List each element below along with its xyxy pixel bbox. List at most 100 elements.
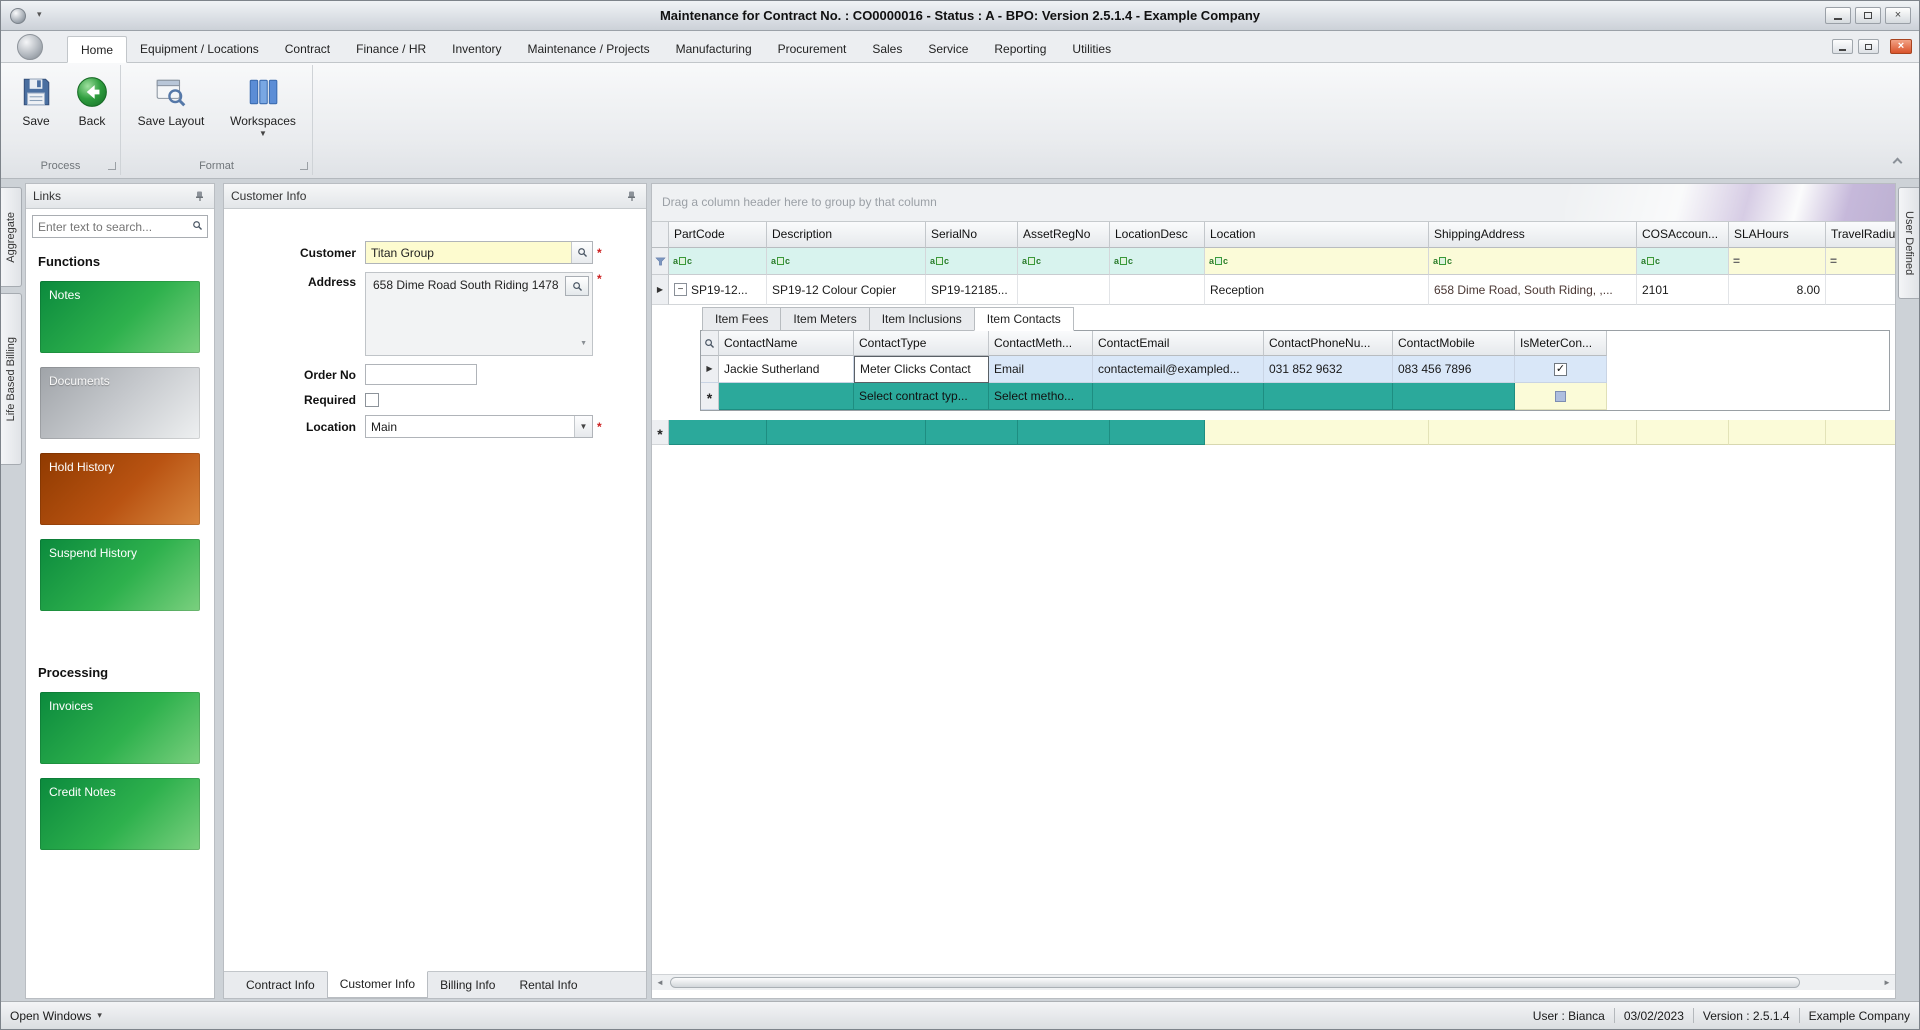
ribbon-tab-manufacturing[interactable]: Manufacturing <box>663 36 765 63</box>
new-cell-contacttype[interactable]: Select contract typ... <box>854 383 989 410</box>
child-restore-button[interactable] <box>1858 39 1879 54</box>
address-search-button[interactable] <box>565 276 589 296</box>
column-header-shippingaddress[interactable]: ShippingAddress <box>1429 222 1637 248</box>
filter-cell-travelradius[interactable]: = <box>1826 248 1895 275</box>
ribbon-tab-sales[interactable]: Sales <box>859 36 915 63</box>
new-cell-ismetercontact[interactable] <box>1515 383 1607 410</box>
filter-cell-description[interactable]: ac <box>767 248 926 275</box>
filter-cell-shippingaddress[interactable]: ac <box>1429 248 1637 275</box>
format-dialog-launcher[interactable] <box>300 162 308 170</box>
ribbon-tab-procurement[interactable]: Procurement <box>765 36 860 63</box>
new-cell-shippingaddress[interactable] <box>1429 420 1637 445</box>
cell-serialno[interactable]: SP19-12185... <box>926 275 1018 305</box>
cell-contactname[interactable]: Jackie Sutherland <box>719 356 854 383</box>
required-checkbox[interactable] <box>365 393 379 407</box>
back-button[interactable]: Back <box>63 71 121 155</box>
new-cell-cosaccount[interactable] <box>1637 420 1729 445</box>
tab-billing-info[interactable]: Billing Info <box>428 972 507 998</box>
filter-cell-serialno[interactable]: ac <box>926 248 1018 275</box>
links-search-input[interactable] <box>33 219 192 234</box>
ribbon-tab-finance-hr[interactable]: Finance / HR <box>343 36 439 63</box>
new-cell-contactmethod[interactable]: Select metho... <box>989 383 1093 410</box>
column-header-contactphone[interactable]: ContactPhoneNu... <box>1264 331 1393 356</box>
column-header-contacttype[interactable]: ContactType <box>854 331 989 356</box>
suspend-history-button[interactable]: Suspend History <box>40 539 200 611</box>
new-cell-contactemail[interactable] <box>1093 383 1264 410</box>
cell-location[interactable]: Reception <box>1205 275 1429 305</box>
location-dropdown[interactable]: Main ▼ <box>365 415 593 438</box>
save-button[interactable]: Save <box>7 71 65 155</box>
filter-cell-partcode[interactable]: ac <box>669 248 767 275</box>
address-field[interactable]: 658 Dime Road South Riding 1478 ▼ <box>365 272 593 356</box>
open-windows-button[interactable]: Open Windows ▾ <box>10 1009 102 1023</box>
ribbon-tab-service[interactable]: Service <box>915 36 981 63</box>
tab-item-meters[interactable]: Item Meters <box>780 307 869 331</box>
scroll-down-icon[interactable]: ▼ <box>580 335 587 352</box>
customer-input[interactable] <box>366 245 571 260</box>
cell-contactmethod[interactable]: Email <box>989 356 1093 383</box>
column-header-travelradius[interactable]: TravelRadiu... <box>1826 222 1895 248</box>
collapse-detail-icon[interactable]: − <box>674 283 687 296</box>
cell-contactphone[interactable]: 031 852 9632 <box>1264 356 1393 383</box>
scroll-left-button[interactable]: ◄ <box>652 975 668 990</box>
new-cell-partcode[interactable] <box>669 420 767 445</box>
column-header-partcode[interactable]: PartCode <box>669 222 767 248</box>
column-header-contactname[interactable]: ContactName <box>719 331 854 356</box>
pin-button[interactable] <box>193 189 207 203</box>
side-tab-aggregate[interactable]: Aggregate <box>1 187 22 287</box>
filter-cell-slahours[interactable]: = <box>1729 248 1826 275</box>
cell-cosaccount[interactable]: 2101 <box>1637 275 1729 305</box>
ribbon-tab-inventory[interactable]: Inventory <box>439 36 514 63</box>
ribbon-tab-home[interactable]: Home <box>67 36 128 63</box>
new-cell-contactname[interactable] <box>719 383 854 410</box>
column-header-cosaccount[interactable]: COSAccoun... <box>1637 222 1729 248</box>
ribbon-tab-utilities[interactable]: Utilities <box>1059 36 1124 63</box>
tab-rental-info[interactable]: Rental Info <box>507 972 589 998</box>
notes-button[interactable]: Notes <box>40 281 200 353</box>
restore-button[interactable] <box>1855 7 1881 24</box>
cell-assetregno[interactable] <box>1018 275 1110 305</box>
cell-slahours[interactable]: 8.00 <box>1729 275 1826 305</box>
ribbon-tab-equipment-locations[interactable]: Equipment / Locations <box>127 36 272 63</box>
process-dialog-launcher[interactable] <box>108 162 116 170</box>
ribbon-tab-maintenance-projects[interactable]: Maintenance / Projects <box>515 36 663 63</box>
new-cell-contactmobile[interactable] <box>1393 383 1515 410</box>
column-header-locationdesc[interactable]: LocationDesc <box>1110 222 1205 248</box>
column-header-contactmobile[interactable]: ContactMobile <box>1393 331 1515 356</box>
new-cell-location[interactable] <box>1205 420 1429 445</box>
search-icon[interactable] <box>192 220 203 234</box>
new-cell-assetregno[interactable] <box>1018 420 1110 445</box>
minimize-button[interactable] <box>1825 7 1851 24</box>
save-layout-button[interactable]: Save Layout <box>129 71 213 155</box>
side-tab-life-based-billing[interactable]: Life Based Billing <box>1 293 22 465</box>
cell-contactemail[interactable]: contactemail@exampled... <box>1093 356 1264 383</box>
checked-checkbox[interactable]: ✓ <box>1554 362 1567 376</box>
cell-contacttype-editor[interactable]: Meter Clicks Contact <box>854 356 989 383</box>
column-header-serialno[interactable]: SerialNo <box>926 222 1018 248</box>
ribbon-collapse-button[interactable] <box>1889 154 1905 170</box>
hold-history-button[interactable]: Hold History <box>40 453 200 525</box>
side-tab-user-defined[interactable]: User Defined <box>1898 187 1919 299</box>
cell-partcode[interactable]: − SP19-12... <box>669 275 767 305</box>
column-header-slahours[interactable]: SLAHours <box>1729 222 1826 248</box>
cell-contactmobile[interactable]: 083 456 7896 <box>1393 356 1515 383</box>
chevron-down-icon[interactable]: ▼ <box>574 416 592 437</box>
filter-cell-cosaccount[interactable]: ac <box>1637 248 1729 275</box>
pin-button[interactable] <box>625 189 639 203</box>
cell-shippingaddress[interactable]: 658 Dime Road, South Riding, ,... <box>1429 275 1637 305</box>
filter-cell-location[interactable]: ac <box>1205 248 1429 275</box>
filter-cell-locationdesc[interactable]: ac <box>1110 248 1205 275</box>
tab-customer-info[interactable]: Customer Info <box>326 971 429 998</box>
new-cell-slahours[interactable] <box>1729 420 1826 445</box>
filter-cell-assetregno[interactable]: ac <box>1018 248 1110 275</box>
column-header-ismetercontact[interactable]: IsMeterCon... <box>1515 331 1607 356</box>
close-button[interactable]: × <box>1885 7 1911 24</box>
new-cell-contactphone[interactable] <box>1264 383 1393 410</box>
credit-notes-button[interactable]: Credit Notes <box>40 778 200 850</box>
tab-item-contacts[interactable]: Item Contacts <box>973 307 1074 331</box>
child-minimize-button[interactable] <box>1832 39 1853 54</box>
customer-search-button[interactable] <box>571 242 592 263</box>
new-cell-description[interactable] <box>767 420 926 445</box>
detail-search-header[interactable] <box>701 331 719 356</box>
ribbon-tab-contract[interactable]: Contract <box>272 36 343 63</box>
